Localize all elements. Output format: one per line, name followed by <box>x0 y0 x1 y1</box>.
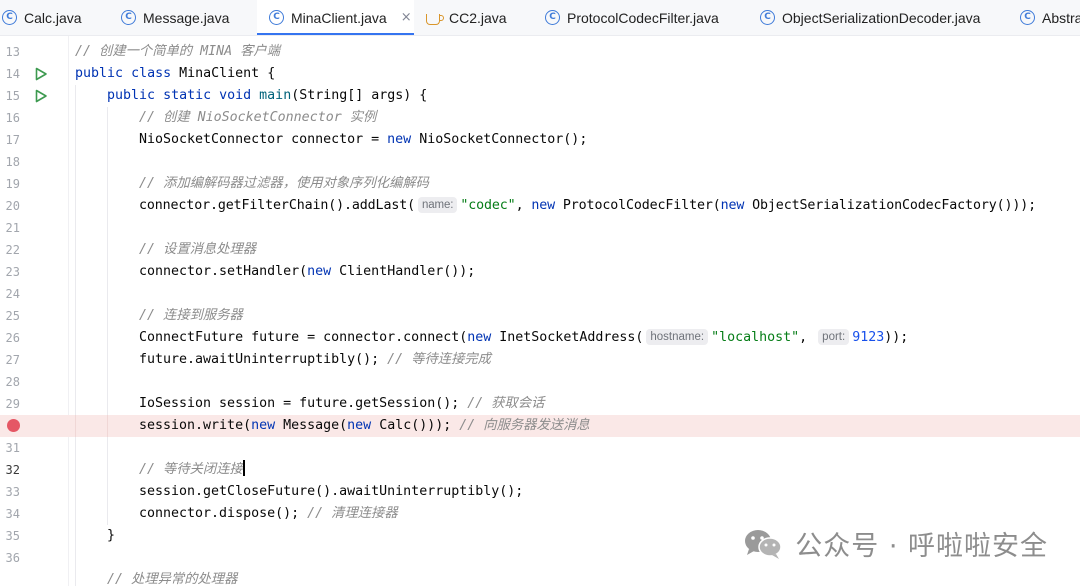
line-number: 31 <box>5 441 20 455</box>
tab-minaclient-java[interactable]: C MinaClient.java × <box>257 0 414 35</box>
line-number: 24 <box>5 287 20 301</box>
current-line: 32 // 等待关闭连接 <box>0 459 1080 481</box>
code-line: 20 connector.getFilterChain().addLast(na… <box>0 195 1080 217</box>
code-line: 17 NioSocketConnector connector = new Ni… <box>0 129 1080 151</box>
line-number: 32 <box>5 463 20 477</box>
line-number: 16 <box>5 111 20 125</box>
param-hint: hostname: <box>646 329 709 345</box>
tab-message-java[interactable]: C Message.java <box>121 0 251 35</box>
code-line: 22 // 设置消息处理器 <box>0 239 1080 261</box>
code-text: // 处理异常的处理器 <box>107 572 238 586</box>
code-text: } <box>107 528 116 543</box>
tab-abstra[interactable]: C Abstra <box>1020 0 1080 35</box>
breakpoint-line: session.write(new Message(new Calc())); … <box>0 415 1080 437</box>
code-text: future.awaitUninterruptibly(); // 等待连接完成 <box>139 352 491 367</box>
tab-cc2-java[interactable]: CC2.java <box>426 0 526 35</box>
code-line: 13 // 创建一个简单的 MINA 客户端 <box>0 41 1080 63</box>
code-line: 33 session.getCloseFuture().awaitUninter… <box>0 481 1080 503</box>
line-number: 36 <box>5 551 20 565</box>
tab-calc-java[interactable]: C Calc.java <box>0 0 108 35</box>
line-number: 17 <box>5 133 20 147</box>
code-line: 18 <box>0 151 1080 173</box>
class-icon: C <box>2 10 17 25</box>
class-icon: C <box>121 10 136 25</box>
tab-label: MinaClient.java <box>291 9 387 26</box>
code-text: public static void main(String[] args) { <box>107 88 428 103</box>
code-text: public class MinaClient { <box>75 66 276 81</box>
run-icon[interactable] <box>34 67 48 81</box>
code-line: 25 // 连接到服务器 <box>0 305 1080 327</box>
line-number: 22 <box>5 243 20 257</box>
line-number: 14 <box>5 67 20 81</box>
code-editor[interactable]: 13 // 创建一个简单的 MINA 客户端 14 public class M… <box>0 36 1080 586</box>
tab-label: Message.java <box>143 9 230 26</box>
wechat-logo-icon <box>745 529 782 559</box>
text-caret <box>242 460 245 476</box>
class-icon: C <box>760 10 775 25</box>
line-number: 27 <box>5 353 20 367</box>
line-number: 23 <box>5 265 20 279</box>
line-number: 34 <box>5 507 20 521</box>
code-line: 16 // 创建 NioSocketConnector 实例 <box>0 107 1080 129</box>
line-number: 29 <box>5 397 20 411</box>
code-text: session.getCloseFuture().awaitUninterrup… <box>139 484 524 499</box>
close-tab-icon[interactable]: × <box>401 10 412 25</box>
line-number: 15 <box>5 89 20 103</box>
code-text: session.write(new Message(new Calc())); … <box>139 418 590 433</box>
code-text: connector.dispose(); // 清理连接器 <box>139 506 398 521</box>
code-text: NioSocketConnector connector = new NioSo… <box>139 132 588 147</box>
line-number: 28 <box>5 375 20 389</box>
param-hint: name: <box>418 197 458 213</box>
class-icon: C <box>545 10 560 25</box>
code-text: // 等待关闭连接 <box>139 460 245 477</box>
class-icon: C <box>1020 10 1035 25</box>
code-line: 34 connector.dispose(); // 清理连接器 <box>0 503 1080 525</box>
class-icon: C <box>269 10 284 25</box>
code-line: 23 connector.setHandler(new ClientHandle… <box>0 261 1080 283</box>
code-text: // 设置消息处理器 <box>139 242 257 257</box>
code-text: // 连接到服务器 <box>139 308 243 323</box>
watermark-text: 公众号 · 呼啦啦安全 <box>795 531 1048 562</box>
line-number: 26 <box>5 331 20 345</box>
code-line: 29 IoSession session = future.getSession… <box>0 393 1080 415</box>
code-line: 27 future.awaitUninterruptibly(); // 等待连… <box>0 349 1080 371</box>
param-hint: port: <box>818 329 850 345</box>
run-icon[interactable] <box>34 89 48 103</box>
tab-label: Abstra <box>1042 9 1080 26</box>
tab-label: CC2.java <box>449 9 507 26</box>
tab-label: Calc.java <box>24 9 82 26</box>
code-text: connector.setHandler(new ClientHandler()… <box>139 264 476 279</box>
tab-label: ProtocolCodecFilter.java <box>567 9 719 26</box>
code-line: 24 <box>0 283 1080 305</box>
watermark: 公众号 · 呼啦啦安全 <box>743 524 1048 563</box>
line-number: 19 <box>5 177 20 191</box>
code-line: // 处理异常的处理器 <box>0 569 1080 586</box>
code-text: ConnectFuture future = connector.connect… <box>139 329 909 345</box>
line-number: 35 <box>5 529 20 543</box>
editor-tab-bar: C Calc.java C Message.java C MinaClient.… <box>0 0 1080 36</box>
tab-label: ObjectSerializationDecoder.java <box>782 9 981 26</box>
tab-objectserializationdecoder-java[interactable]: C ObjectSerializationDecoder.java <box>760 0 1000 35</box>
tab-protocolcodecfilter-java[interactable]: C ProtocolCodecFilter.java <box>545 0 745 35</box>
code-line: 15 public static void main(String[] args… <box>0 85 1080 107</box>
code-text: // 创建 NioSocketConnector 实例 <box>139 110 377 125</box>
code-text: // 创建一个简单的 MINA 客户端 <box>75 44 281 59</box>
line-number: 21 <box>5 221 20 235</box>
breakpoint-icon[interactable] <box>7 419 20 432</box>
code-text: // 添加编解码器过滤器，使用对象序列化编解码 <box>139 176 429 191</box>
line-number: 20 <box>5 199 20 213</box>
line-number: 33 <box>5 485 20 499</box>
line-number: 25 <box>5 309 20 323</box>
java-cup-icon <box>426 14 444 25</box>
line-number: 18 <box>5 155 20 169</box>
code-line: 26 ConnectFuture future = connector.conn… <box>0 327 1080 349</box>
code-line: 14 public class MinaClient { <box>0 63 1080 85</box>
code-text: IoSession session = future.getSession();… <box>139 396 545 411</box>
code-line: 21 <box>0 217 1080 239</box>
code-line: 19 // 添加编解码器过滤器，使用对象序列化编解码 <box>0 173 1080 195</box>
code-text: connector.getFilterChain().addLast(name:… <box>139 197 1037 213</box>
code-line: 28 <box>0 371 1080 393</box>
code-line: 31 <box>0 437 1080 459</box>
line-number: 13 <box>5 45 20 59</box>
